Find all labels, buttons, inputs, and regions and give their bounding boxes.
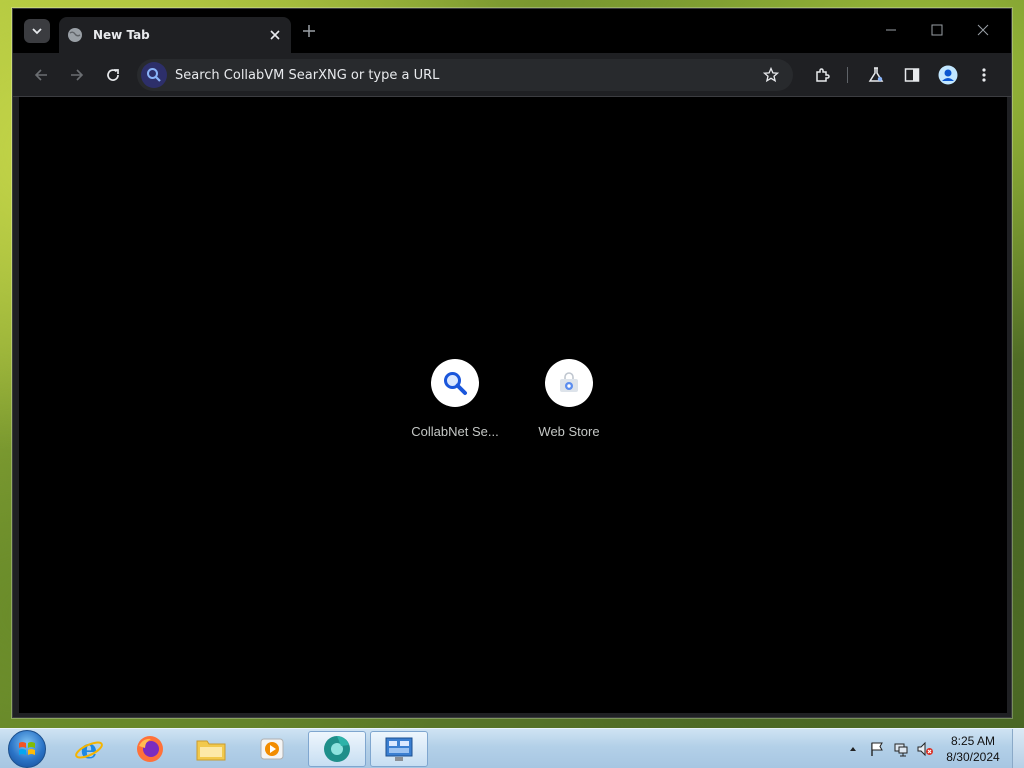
clock[interactable]: 8:25 AM 8/30/2024 — [938, 733, 1008, 765]
puzzle-icon — [816, 68, 830, 82]
arrow-right-icon — [71, 69, 84, 81]
ie-icon: e — [75, 735, 103, 764]
more-vertical-icon — [982, 68, 986, 82]
taskbar-control-panel[interactable] — [370, 731, 428, 767]
taskbar-file-explorer[interactable] — [182, 731, 240, 767]
bookmark-star-button[interactable] — [761, 65, 781, 85]
shortcut-tile[interactable] — [431, 359, 479, 407]
taskbar-firefox[interactable] — [121, 731, 179, 767]
search-icon — [141, 62, 167, 88]
taskbar-internet-explorer[interactable]: e — [60, 731, 118, 767]
tab-title: New Tab — [93, 28, 150, 42]
shortcut-label: CollabNet Se... — [411, 424, 499, 439]
menu-button[interactable] — [972, 63, 996, 87]
folder-icon — [196, 740, 226, 761]
browser-icon — [324, 736, 350, 762]
maximize-icon — [931, 24, 943, 36]
chevron-down-icon — [32, 28, 42, 35]
profile-button[interactable] — [936, 63, 960, 87]
svg-text:e: e — [81, 735, 98, 764]
clock-date: 8/30/2024 — [946, 750, 1000, 764]
flask-icon — [868, 67, 884, 82]
windows-logo-icon — [19, 742, 35, 755]
arrow-left-icon — [34, 69, 47, 81]
avatar-icon — [938, 65, 958, 85]
close-tab-button[interactable] — [267, 27, 283, 43]
media-player-icon — [260, 738, 284, 760]
toolbar-divider — [847, 67, 848, 83]
shortcut-web-store[interactable]: Web Store — [513, 359, 625, 439]
firefox-icon — [137, 736, 163, 762]
web-store-icon — [560, 372, 578, 392]
new-tab-button[interactable] — [299, 21, 319, 41]
tab-new-tab[interactable]: New Tab — [59, 17, 291, 53]
close-icon — [977, 24, 989, 36]
show-hidden-icons-button[interactable] — [844, 740, 862, 758]
taskbar-chromium[interactable] — [308, 731, 366, 767]
shortcut-label: Web Store — [538, 424, 600, 439]
shortcut-tile[interactable] — [545, 359, 593, 407]
tab-strip: New Tab — [13, 9, 1011, 53]
labs-button[interactable] — [864, 63, 888, 87]
minimize-icon — [886, 29, 896, 31]
system-tray — [844, 729, 940, 768]
side-panel-button[interactable] — [900, 63, 924, 87]
maximize-button[interactable] — [923, 19, 951, 41]
plus-icon — [303, 25, 315, 37]
control-panel-icon — [385, 737, 413, 761]
start-button[interactable] — [8, 730, 46, 768]
taskbar-media-player[interactable] — [243, 731, 301, 767]
chevron-up-icon — [850, 747, 856, 751]
shortcut-collabnet-search[interactable]: CollabNet Se... — [399, 359, 511, 439]
action-center-icon[interactable] — [868, 740, 886, 758]
close-window-button[interactable] — [969, 19, 997, 41]
side-panel-icon — [904, 68, 920, 82]
omnibox[interactable] — [137, 59, 793, 91]
network-icon[interactable] — [892, 740, 910, 758]
address-input[interactable] — [175, 67, 761, 83]
close-icon — [270, 30, 280, 40]
tab-search-button[interactable] — [24, 19, 50, 43]
reload-icon — [107, 69, 119, 81]
clock-time: 8:25 AM — [950, 734, 996, 748]
browser-window: New Tab Search CollabVM SearXNG or type … — [12, 8, 1012, 718]
browser-toolbar — [13, 53, 1011, 97]
new-tab-page: CollabNet Se... Web Store — [19, 97, 1007, 713]
star-icon — [763, 67, 779, 83]
globe-icon — [67, 27, 83, 43]
reload-button[interactable] — [101, 63, 125, 87]
back-button[interactable] — [29, 63, 53, 87]
extensions-button[interactable] — [811, 63, 835, 87]
forward-button[interactable] — [65, 63, 89, 87]
volume-muted-icon[interactable] — [916, 740, 934, 758]
magnifier-icon — [444, 372, 467, 395]
minimize-button[interactable] — [877, 19, 905, 41]
show-desktop-button[interactable] — [1012, 729, 1024, 768]
taskbar: e 8:25 AM 8/30/2024 — [0, 728, 1024, 768]
